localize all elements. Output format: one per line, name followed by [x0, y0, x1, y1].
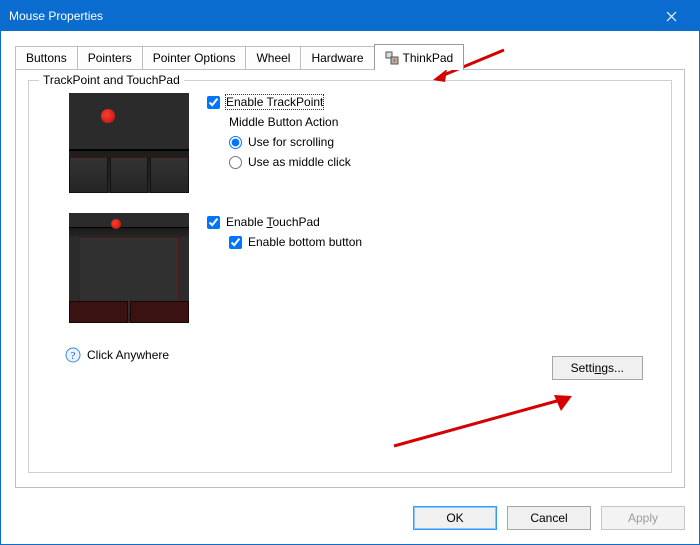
- touchpad-options: Enable TouchPad Enable bottom button: [207, 213, 362, 323]
- touchpad-row: Enable TouchPad Enable bottom button: [47, 213, 653, 323]
- use-as-middle-click-label: Use as middle click: [248, 155, 351, 169]
- group-title: TrackPoint and TouchPad: [39, 73, 184, 87]
- tab-pointers[interactable]: Pointers: [77, 46, 143, 69]
- touchpad-thumbnail: [69, 213, 189, 323]
- dialog-body: Buttons Pointers Pointer Options Wheel H…: [1, 31, 699, 498]
- tab-wheel[interactable]: Wheel: [245, 46, 301, 69]
- mouse-properties-window: Mouse Properties Buttons Pointers Pointe…: [0, 0, 700, 545]
- annotation-arrow-settings: [389, 391, 579, 451]
- thinkpad-icon: [385, 51, 399, 65]
- settings-wrap: Settings...: [552, 356, 643, 380]
- enable-touchpad-checkbox[interactable]: Enable TouchPad: [207, 215, 362, 229]
- help-icon: ?: [65, 347, 81, 363]
- trackpoint-row: Enable TrackPoint Middle Button Action U…: [47, 93, 653, 193]
- enable-trackpoint-checkbox[interactable]: Enable TrackPoint: [207, 95, 351, 109]
- tab-thinkpad[interactable]: ThinkPad: [374, 44, 465, 70]
- tab-strip: Buttons Pointers Pointer Options Wheel H…: [15, 43, 685, 69]
- tab-hardware[interactable]: Hardware: [300, 46, 374, 69]
- titlebar: Mouse Properties: [1, 1, 699, 31]
- apply-button[interactable]: Apply: [601, 506, 685, 530]
- click-anywhere-label: Click Anywhere: [87, 348, 169, 362]
- enable-touchpad-label: Enable TouchPad: [226, 215, 320, 229]
- trackpoint-touchpad-group: TrackPoint and TouchPad Enable TrackPoi: [28, 80, 672, 473]
- enable-bottom-button-checkbox[interactable]: Enable bottom button: [229, 235, 362, 249]
- enable-trackpoint-label: Enable TrackPoint: [226, 95, 323, 109]
- tab-buttons[interactable]: Buttons: [15, 46, 78, 69]
- middle-button-action-label: Middle Button Action: [229, 115, 351, 129]
- trackpoint-options: Enable TrackPoint Middle Button Action U…: [207, 93, 351, 193]
- enable-bottom-button-label: Enable bottom button: [248, 235, 362, 249]
- use-for-scrolling-label: Use for scrolling: [248, 135, 334, 149]
- use-for-scrolling-radio[interactable]: Use for scrolling: [229, 135, 351, 149]
- close-button[interactable]: [651, 1, 691, 31]
- tab-panel: TrackPoint and TouchPad Enable TrackPoi: [15, 69, 685, 488]
- close-icon: [666, 11, 677, 22]
- trackpoint-thumbnail: [69, 93, 189, 193]
- dialog-buttons: OK Cancel Apply: [1, 498, 699, 544]
- settings-button[interactable]: Settings...: [552, 356, 643, 380]
- cancel-button[interactable]: Cancel: [507, 506, 591, 530]
- tab-pointer-options[interactable]: Pointer Options: [142, 46, 247, 69]
- ok-button[interactable]: OK: [413, 506, 497, 530]
- use-as-middle-click-radio[interactable]: Use as middle click: [229, 155, 351, 169]
- window-title: Mouse Properties: [9, 9, 651, 23]
- svg-text:?: ?: [71, 350, 76, 362]
